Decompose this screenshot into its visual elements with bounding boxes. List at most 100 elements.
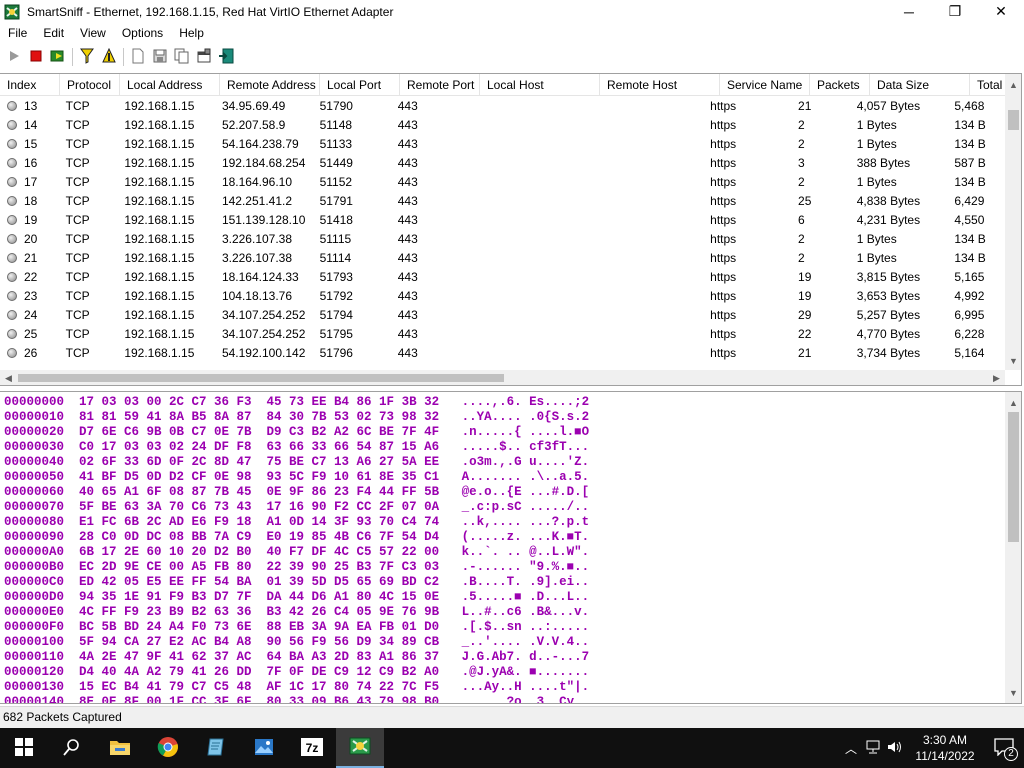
packet-list[interactable]: Index Protocol Local Address Remote Addr…	[0, 73, 1022, 386]
save-button[interactable]	[149, 46, 171, 68]
copy-icon	[174, 48, 190, 67]
title-bar[interactable]: SmartSniff - Ethernet, 192.168.1.15, Red…	[0, 0, 1024, 23]
search-button[interactable]	[48, 728, 96, 768]
maximize-button[interactable]: ❐	[932, 0, 978, 23]
cell-remote-address: 52.207.58.9	[221, 118, 286, 132]
scroll-left-arrow-icon[interactable]: ◀	[0, 370, 17, 385]
column-local-port[interactable]: Local Port	[320, 74, 400, 96]
cell-total: 5,165	[954, 270, 985, 284]
packet-row[interactable]: 26 TCP 192.168.1.15 54.192.100.142 51796 443 h…	[0, 344, 1006, 363]
save-icon	[153, 49, 167, 66]
notification-center-button[interactable]: 2	[984, 728, 1024, 768]
packet-row[interactable]: 15 TCP 192.168.1.15 54.164.238.79 51133 443 ht…	[0, 135, 1006, 154]
cell-protocol: TCP	[65, 232, 90, 246]
column-packets[interactable]: Packets	[810, 74, 870, 96]
taskbar-smartsniff[interactable]	[336, 728, 384, 768]
close-button[interactable]: ✕	[978, 0, 1024, 23]
column-remote-port[interactable]: Remote Port	[400, 74, 480, 96]
column-service-name[interactable]: Service Name	[720, 74, 810, 96]
menu-help[interactable]: Help	[171, 23, 212, 43]
packet-row[interactable]: 24 TCP 192.168.1.15 34.107.254.252 51794 443 h…	[0, 306, 1006, 325]
menu-view[interactable]: View	[72, 23, 114, 43]
cell-protocol: TCP	[65, 289, 90, 303]
packet-row[interactable]: 21 TCP 192.168.1.15 3.226.107.38 51114 443 htt…	[0, 249, 1006, 268]
taskbar-file-explorer[interactable]	[96, 728, 144, 768]
packet-row[interactable]: 20 TCP 192.168.1.15 3.226.107.38 51115 443 htt…	[0, 230, 1006, 249]
packet-row[interactable]: 18 TCP 192.168.1.15 142.251.41.2 51791 443 htt…	[0, 192, 1006, 211]
hex-line: 00000100 5F 94 CA 27 E2 AC B4 A8 90 56 F…	[4, 635, 590, 649]
scroll-thumb[interactable]	[1008, 110, 1019, 130]
cell-remote-address: 192.184.68.254	[221, 156, 306, 170]
packet-row[interactable]: 19 TCP 192.168.1.15 151.139.128.10 51418 443 h…	[0, 211, 1006, 230]
volume-tray-button[interactable]	[884, 728, 906, 768]
column-index[interactable]: Index	[0, 74, 60, 96]
network-tray-button[interactable]	[862, 728, 884, 768]
show-hidden-icons-button[interactable]: ︿	[840, 728, 862, 768]
start-capture-button[interactable]	[3, 46, 25, 68]
packet-row[interactable]: 23 TCP 192.168.1.15 104.18.13.76 51792 443 htt…	[0, 287, 1006, 306]
new-file-button[interactable]	[127, 46, 149, 68]
filter-button[interactable]	[76, 46, 98, 68]
taskbar-7zip[interactable]: 7z	[288, 728, 336, 768]
packet-row[interactable]: 16 TCP 192.168.1.15 192.184.68.254 51449 443 h…	[0, 154, 1006, 173]
packet-row[interactable]: 13 TCP 192.168.1.15 34.95.69.49 51790 443 http…	[0, 97, 1006, 116]
packet-row[interactable]: 17 TCP 192.168.1.15 18.164.96.10 51152 443 htt…	[0, 173, 1006, 192]
column-protocol[interactable]: Protocol	[60, 74, 120, 96]
packet-row[interactable]: 22 TCP 192.168.1.15 18.164.124.33 51793 443 ht…	[0, 268, 1006, 287]
menu-options[interactable]: Options	[114, 23, 171, 43]
column-remote-address[interactable]: Remote Address	[220, 74, 320, 96]
hex-line: 000000C0 ED 42 05 E5 EE FF 54 BA 01 39 5…	[4, 575, 590, 589]
cell-index-text: 22	[24, 270, 38, 284]
hex-dump-pane[interactable]: 00000000 17 03 03 00 2C C7 36 F3 45 73 E…	[0, 391, 1022, 704]
scroll-down-arrow-icon[interactable]: ▼	[1005, 684, 1021, 701]
chrome-icon	[157, 736, 179, 761]
taskbar-photos[interactable]	[240, 728, 288, 768]
start-button[interactable]	[0, 728, 48, 768]
scroll-up-arrow-icon[interactable]: ▲	[1005, 76, 1021, 93]
cell-total: 134 B	[954, 137, 986, 151]
scroll-thumb[interactable]	[1008, 412, 1019, 542]
copy-button[interactable]	[171, 46, 193, 68]
cell-remote-host	[586, 268, 703, 287]
cell-service-name: https	[710, 289, 737, 303]
cell-local-host	[469, 344, 586, 363]
refresh-button[interactable]	[47, 46, 69, 68]
column-data-size[interactable]: Data Size	[870, 74, 970, 96]
scroll-down-arrow-icon[interactable]: ▼	[1005, 352, 1021, 369]
scroll-right-arrow-icon[interactable]: ▶	[988, 370, 1005, 385]
column-local-host[interactable]: Local Host	[480, 74, 600, 96]
cell-local-host	[469, 173, 586, 192]
taskbar-notepad[interactable]	[192, 728, 240, 768]
cell-local-address: 192.168.1.15	[124, 346, 195, 360]
menu-edit[interactable]: Edit	[35, 23, 72, 43]
cell-local-address: 192.168.1.15	[124, 270, 195, 284]
stop-capture-button[interactable]	[25, 46, 47, 68]
minimize-button[interactable]: ─	[886, 0, 932, 23]
packet-row[interactable]: 25 TCP 192.168.1.15 34.107.254.252 51795 443 h…	[0, 325, 1006, 344]
advanced-filter-button[interactable]	[98, 46, 120, 68]
exit-button[interactable]	[215, 46, 237, 68]
connection-status-icon	[7, 272, 17, 282]
window-title: SmartSniff - Ethernet, 192.168.1.15, Red…	[27, 4, 394, 19]
menu-file[interactable]: File	[0, 23, 35, 43]
cell-index-text: 23	[24, 289, 38, 303]
packet-list-vscrollbar[interactable]: ▲ ▼	[1005, 74, 1021, 370]
cell-data-size: 3,734 Bytes	[856, 346, 921, 360]
hscroll-thumb[interactable]	[18, 374, 504, 382]
cell-remote-host	[586, 230, 703, 249]
properties-button[interactable]	[193, 46, 215, 68]
cell-remote-address: 34.95.69.49	[221, 99, 286, 113]
scroll-up-arrow-icon[interactable]: ▲	[1005, 394, 1021, 411]
hex-vscrollbar[interactable]: ▲ ▼	[1005, 392, 1021, 703]
packet-row[interactable]: 14 TCP 192.168.1.15 52.207.58.9 51148 443 http…	[0, 116, 1006, 135]
window-controls: ─ ❐ ✕	[886, 0, 1024, 23]
cell-index: 24	[0, 306, 59, 325]
column-remote-host[interactable]: Remote Host	[600, 74, 720, 96]
column-local-address[interactable]: Local Address	[120, 74, 220, 96]
connection-status-icon	[7, 215, 17, 225]
packet-list-hscrollbar[interactable]: ◀ ▶	[0, 370, 1005, 385]
cell-index-text: 21	[24, 251, 38, 265]
cell-data-size: 4,057 Bytes	[856, 99, 921, 113]
taskbar-chrome[interactable]	[144, 728, 192, 768]
taskbar-clock[interactable]: 3:30 AM 11/14/2022	[906, 732, 984, 764]
